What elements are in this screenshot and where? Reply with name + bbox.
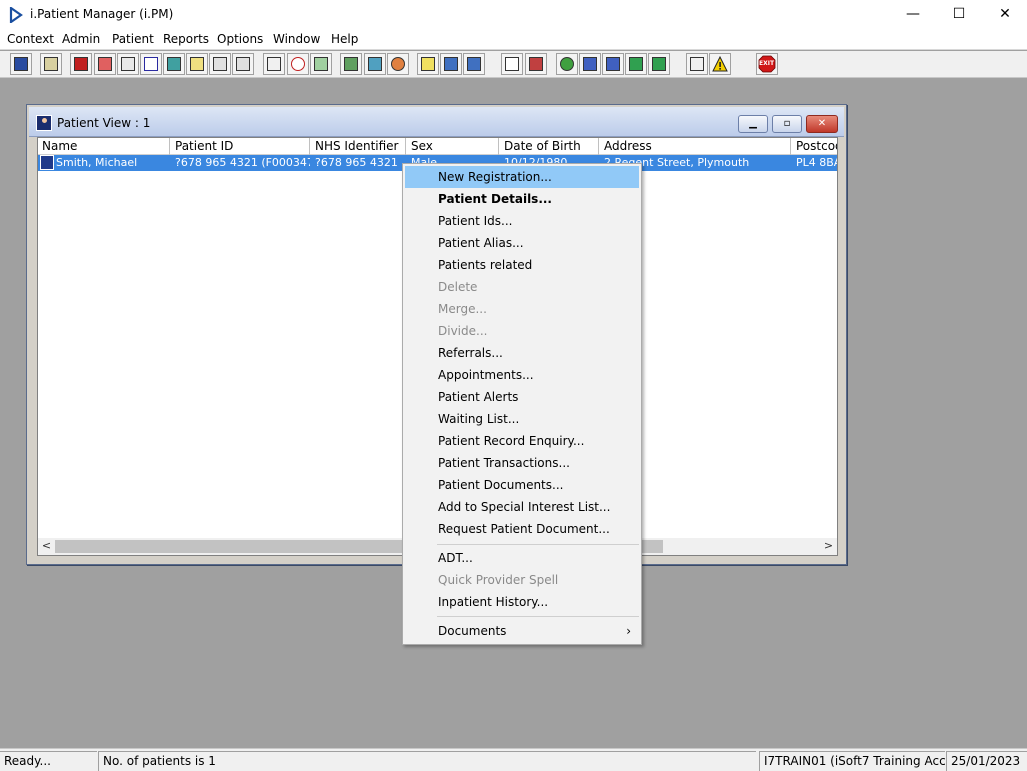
menu-item-new-registration[interactable]: New Registration... xyxy=(405,166,639,188)
scroll-right-icon[interactable]: > xyxy=(820,538,837,555)
child-minimize-button[interactable]: ▁ xyxy=(738,115,768,133)
toolbar-doctor-icon[interactable] xyxy=(163,53,185,75)
status-bar: Ready... No. of patients is 1 I7TRAIN01 … xyxy=(0,748,1027,771)
warning-icon xyxy=(712,56,728,72)
toolbar-bed-icon[interactable] xyxy=(440,53,462,75)
column-header-sex[interactable]: Sex xyxy=(407,138,499,155)
menu-item-appointments[interactable]: Appointments... xyxy=(405,364,639,386)
patient-row-icon xyxy=(40,155,54,170)
toolbar-refresh-icon[interactable] xyxy=(648,53,670,75)
toolbar: EXIT xyxy=(0,51,1027,78)
menu-item-quick-provider-spell: Quick Provider Spell xyxy=(438,573,559,587)
cell-postcode: PL4 8BA xyxy=(796,156,838,169)
menu-item-merge: Merge... xyxy=(438,302,487,316)
column-header-postcode[interactable]: Postcode xyxy=(792,138,837,155)
menu-separator xyxy=(437,544,639,545)
toolbar-check2-icon[interactable] xyxy=(602,53,624,75)
submenu-arrow-icon: › xyxy=(626,624,631,638)
status-date: 25/01/2023 xyxy=(946,751,1027,771)
toolbar-ambulance-icon[interactable] xyxy=(463,53,485,75)
title-bar: i.Patient Manager (i.PM) — ☐ ✕ xyxy=(0,0,1027,30)
account-info: I7TRAIN01 (iSoft7 Training Account) xyxy=(759,751,945,771)
cell-patient-id: ?678 965 4321 (F000347) xyxy=(175,156,310,169)
toolbar-wheelchair-icon[interactable] xyxy=(209,53,231,75)
column-header-dob[interactable]: Date of Birth xyxy=(500,138,599,155)
patient-view-icon xyxy=(36,115,52,131)
status-text: Ready... xyxy=(0,751,97,771)
app-title: i.Patient Manager (i.PM) xyxy=(30,7,174,21)
toolbar-notepad-icon[interactable] xyxy=(417,53,439,75)
maximize-button[interactable]: ☐ xyxy=(936,0,982,30)
toolbar-warning-icon[interactable] xyxy=(709,53,731,75)
patient-count: No. of patients is 1 xyxy=(98,751,756,771)
toolbar-edit-icon[interactable] xyxy=(94,53,116,75)
toolbar-exit-button[interactable]: EXIT xyxy=(756,53,778,75)
menu-item-patient-alerts[interactable]: Patient Alerts xyxy=(405,386,639,408)
toolbar-book-icon[interactable] xyxy=(70,53,92,75)
menu-window[interactable]: Window xyxy=(273,32,320,46)
toolbar-monitor-icon[interactable] xyxy=(310,53,332,75)
menu-item-patient-alias[interactable]: Patient Alias... xyxy=(405,232,639,254)
cell-nhs-identifier: ?678 965 4321 xyxy=(315,156,398,169)
menu-item-referrals[interactable]: Referrals... xyxy=(405,342,639,364)
menu-options[interactable]: Options xyxy=(217,32,263,46)
toolbar-m-icon[interactable] xyxy=(140,53,162,75)
menu-patient[interactable]: Patient xyxy=(112,32,154,46)
menu-help[interactable]: Help xyxy=(331,32,358,46)
toolbar-download-icon[interactable] xyxy=(625,53,647,75)
menu-item-adt[interactable]: ADT... xyxy=(405,547,639,569)
menu-item-inpatient-history[interactable]: Inpatient History... xyxy=(405,591,639,613)
toolbar-chart-icon[interactable] xyxy=(525,53,547,75)
menu-item-patient-record-enquiry[interactable]: Patient Record Enquiry... xyxy=(405,430,639,452)
app-logo-icon xyxy=(9,7,23,23)
close-button[interactable]: ✕ xyxy=(982,0,1027,30)
toolbar-clock-icon[interactable] xyxy=(287,53,309,75)
menu-reports[interactable]: Reports xyxy=(163,32,209,46)
context-menu: New Registration... Patient Details... P… xyxy=(402,163,642,645)
exit-label: EXIT xyxy=(759,60,775,67)
scroll-left-icon[interactable]: < xyxy=(38,538,55,555)
menu-bar: Context Admin Patient Reports Options Wi… xyxy=(0,30,1027,50)
toolbar-board-icon[interactable] xyxy=(340,53,362,75)
menu-context[interactable]: Context xyxy=(7,32,54,46)
toolbar-document-icon[interactable] xyxy=(501,53,523,75)
child-restore-button[interactable]: ▫ xyxy=(772,115,802,133)
child-close-button[interactable]: ✕ xyxy=(806,115,838,133)
menu-item-delete: Delete xyxy=(438,280,478,294)
toolbar-check-icon[interactable] xyxy=(579,53,601,75)
list-header: Name Patient ID NHS Identifier Sex Date … xyxy=(38,138,837,155)
toolbar-wheelchair2-icon[interactable] xyxy=(232,53,254,75)
patient-view-title: Patient View : 1 xyxy=(57,116,151,130)
toolbar-find-icon[interactable] xyxy=(263,53,285,75)
menu-item-request-patient-document[interactable]: Request Patient Document... xyxy=(405,518,639,540)
toolbar-user-icon[interactable] xyxy=(10,53,32,75)
cell-name: Smith, Michael xyxy=(56,156,138,169)
toolbar-screen-icon[interactable] xyxy=(364,53,386,75)
menu-item-special-interest-list[interactable]: Add to Special Interest List... xyxy=(405,496,639,518)
toolbar-swap-icon[interactable] xyxy=(686,53,708,75)
column-header-patient-id[interactable]: Patient ID xyxy=(171,138,310,155)
menu-item-documents[interactable]: Documents › xyxy=(405,620,639,642)
menu-item-documents-label: Documents xyxy=(438,624,507,638)
column-header-name[interactable]: Name xyxy=(38,138,170,155)
menu-item-waiting-list[interactable]: Waiting List... xyxy=(405,408,639,430)
menu-item-patient-documents[interactable]: Patient Documents... xyxy=(405,474,639,496)
toolbar-note-icon[interactable] xyxy=(186,53,208,75)
menu-item-patients-related[interactable]: Patients related xyxy=(405,254,639,276)
menu-item-divide: Divide... xyxy=(438,324,488,338)
toolbar-globe-icon[interactable] xyxy=(556,53,578,75)
menu-item-patient-ids[interactable]: Patient Ids... xyxy=(405,210,639,232)
toolbar-dial-icon[interactable] xyxy=(387,53,409,75)
menu-separator xyxy=(437,616,639,617)
toolbar-form-icon[interactable] xyxy=(117,53,139,75)
minimize-button[interactable]: — xyxy=(890,0,936,30)
toolbar-print-icon[interactable] xyxy=(40,53,62,75)
column-header-address[interactable]: Address xyxy=(600,138,791,155)
column-header-nhs-identifier[interactable]: NHS Identifier xyxy=(311,138,406,155)
menu-admin[interactable]: Admin xyxy=(62,32,100,46)
patient-view-titlebar: Patient View : 1 ▁ ▫ ✕ xyxy=(29,107,844,137)
menu-item-patient-details[interactable]: Patient Details... xyxy=(405,188,639,210)
menu-item-patient-transactions[interactable]: Patient Transactions... xyxy=(405,452,639,474)
